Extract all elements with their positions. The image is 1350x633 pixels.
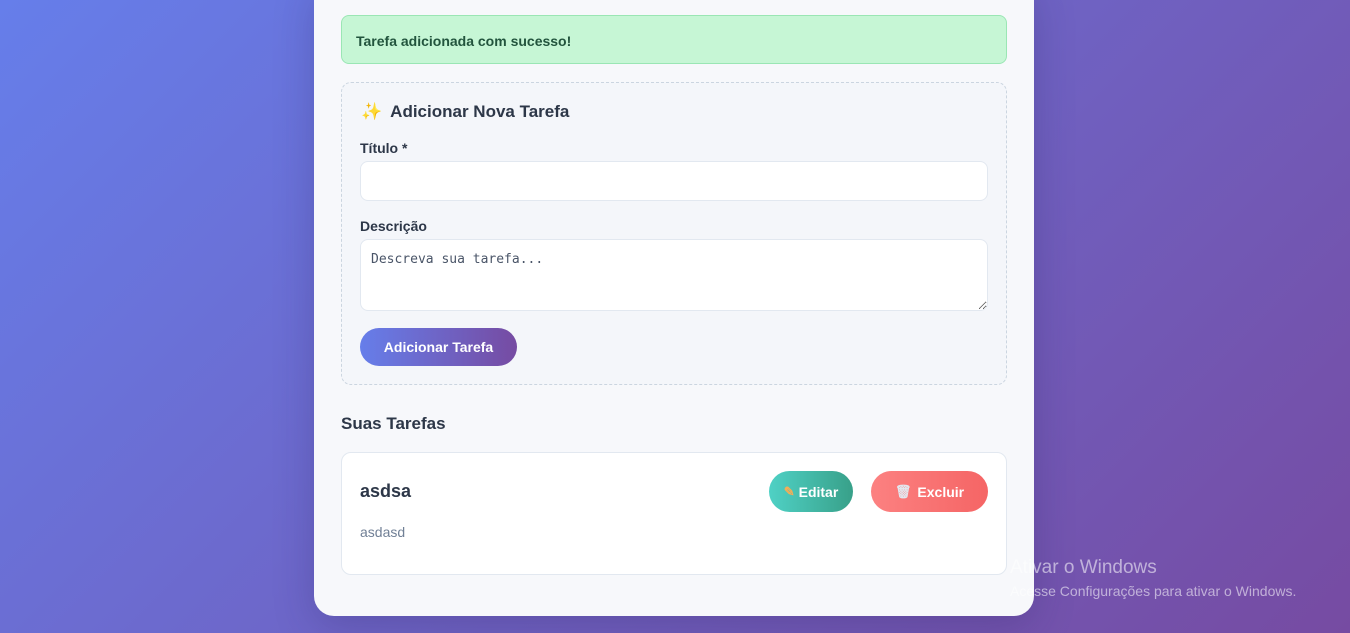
description-textarea[interactable]	[360, 239, 988, 311]
tasks-section-title: Suas Tarefas	[341, 414, 446, 433]
task-title: asdsa	[360, 481, 412, 501]
success-alert: Tarefa adicionada com sucesso!	[341, 15, 1007, 64]
windows-activation-subtitle: Acesse Configurações para ativar o Windo…	[1010, 583, 1297, 599]
task-description: asdasd	[360, 524, 406, 540]
delete-task-label: Excluir	[917, 483, 965, 500]
edit-task-button[interactable]: ✎ Editar	[769, 471, 853, 512]
pencil-icon: ✎	[783, 483, 795, 499]
sparkles-icon: ✨	[361, 102, 383, 121]
form-title-text: Adicionar Nova Tarefa	[390, 102, 570, 121]
success-alert-message: Tarefa adicionada com sucesso!	[356, 33, 572, 49]
description-field-label: Descrição	[360, 218, 427, 234]
form-title: ✨ Adicionar Nova Tarefa	[361, 102, 569, 122]
delete-task-button[interactable]: 🗑 Excluir	[871, 471, 988, 512]
title-field-label: Título *	[360, 140, 408, 156]
add-task-button[interactable]: Adicionar Tarefa	[360, 328, 517, 366]
windows-activation-title: Ativar o Windows	[1010, 557, 1157, 578]
edit-task-label: Editar	[798, 483, 839, 500]
title-input[interactable]	[360, 161, 988, 201]
trash-icon: 🗑	[894, 483, 912, 499]
